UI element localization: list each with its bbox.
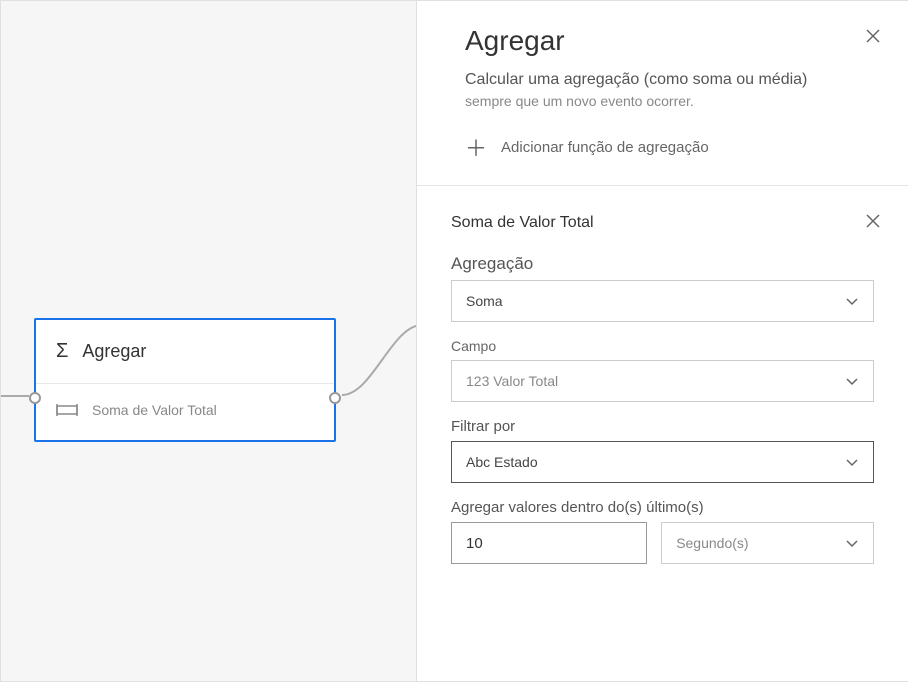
time-unit-value: Segundo(s) [676, 535, 748, 551]
node-port-input[interactable] [29, 392, 41, 404]
node-output-label: Soma de Valor Total [92, 402, 217, 418]
canvas-area: Σ Agregar Soma de Valor Total [1, 1, 416, 681]
sigma-icon: Σ [56, 340, 68, 363]
aggregation-section-header: Soma de Valor Total [417, 186, 908, 254]
node-title: Agregar [82, 341, 146, 362]
close-panel-button[interactable] [862, 25, 884, 51]
node-header: Σ Agregar [36, 320, 334, 384]
time-window-group: Agregar valores dentro do(s) último(s) S… [417, 499, 908, 580]
panel-title: Agregar [465, 25, 565, 57]
aggregation-label: Agregação [451, 254, 874, 274]
aggregation-field-group: Agregação Soma [417, 254, 908, 338]
field-select-value: 123 Valor Total [466, 373, 558, 389]
panel-header: Agregar [417, 25, 908, 69]
time-value-input[interactable] [451, 522, 647, 564]
chevron-down-icon [845, 455, 859, 469]
node-port-output[interactable] [329, 392, 341, 404]
aggregation-section-title: Soma de Valor Total [451, 214, 594, 232]
plus-icon: ＋ [465, 131, 487, 163]
output-icon [56, 403, 78, 417]
filter-group: Filtrar por Abc Estado [417, 418, 908, 499]
add-aggregation-function-button[interactable]: ＋ Adicionar função de agregação [417, 109, 908, 186]
filter-select-value: Abc Estado [466, 454, 538, 470]
node-body: Soma de Valor Total [36, 384, 334, 440]
close-icon [866, 29, 880, 43]
remove-aggregation-button[interactable] [862, 210, 884, 236]
close-icon [866, 214, 880, 228]
aggregation-select-value: Soma [466, 293, 503, 309]
chevron-down-icon [845, 536, 859, 550]
chevron-down-icon [845, 374, 859, 388]
chevron-down-icon [845, 294, 859, 308]
filter-select[interactable]: Abc Estado [451, 441, 874, 483]
add-function-label: Adicionar função de agregação [501, 139, 709, 156]
time-label: Agregar valores dentro do(s) último(s) [451, 499, 874, 516]
time-row: Segundo(s) [451, 522, 874, 564]
panel-subdescription: sempre que um novo evento ocorrer. [417, 91, 908, 109]
edge-connector-left [1, 395, 29, 397]
field-select[interactable]: 123 Valor Total [451, 360, 874, 402]
field-label: Campo [451, 338, 874, 354]
field-group: Campo 123 Valor Total [417, 338, 908, 418]
edge-connector-right [342, 321, 422, 399]
properties-panel: Agregar Calcular uma agregação (como som… [416, 1, 908, 681]
panel-description: Calcular uma agregação (como soma ou méd… [417, 69, 908, 91]
aggregation-select[interactable]: Soma [451, 280, 874, 322]
aggregate-node[interactable]: Σ Agregar Soma de Valor Total [34, 318, 336, 442]
filter-label: Filtrar por [451, 418, 874, 435]
time-unit-select[interactable]: Segundo(s) [661, 522, 874, 564]
